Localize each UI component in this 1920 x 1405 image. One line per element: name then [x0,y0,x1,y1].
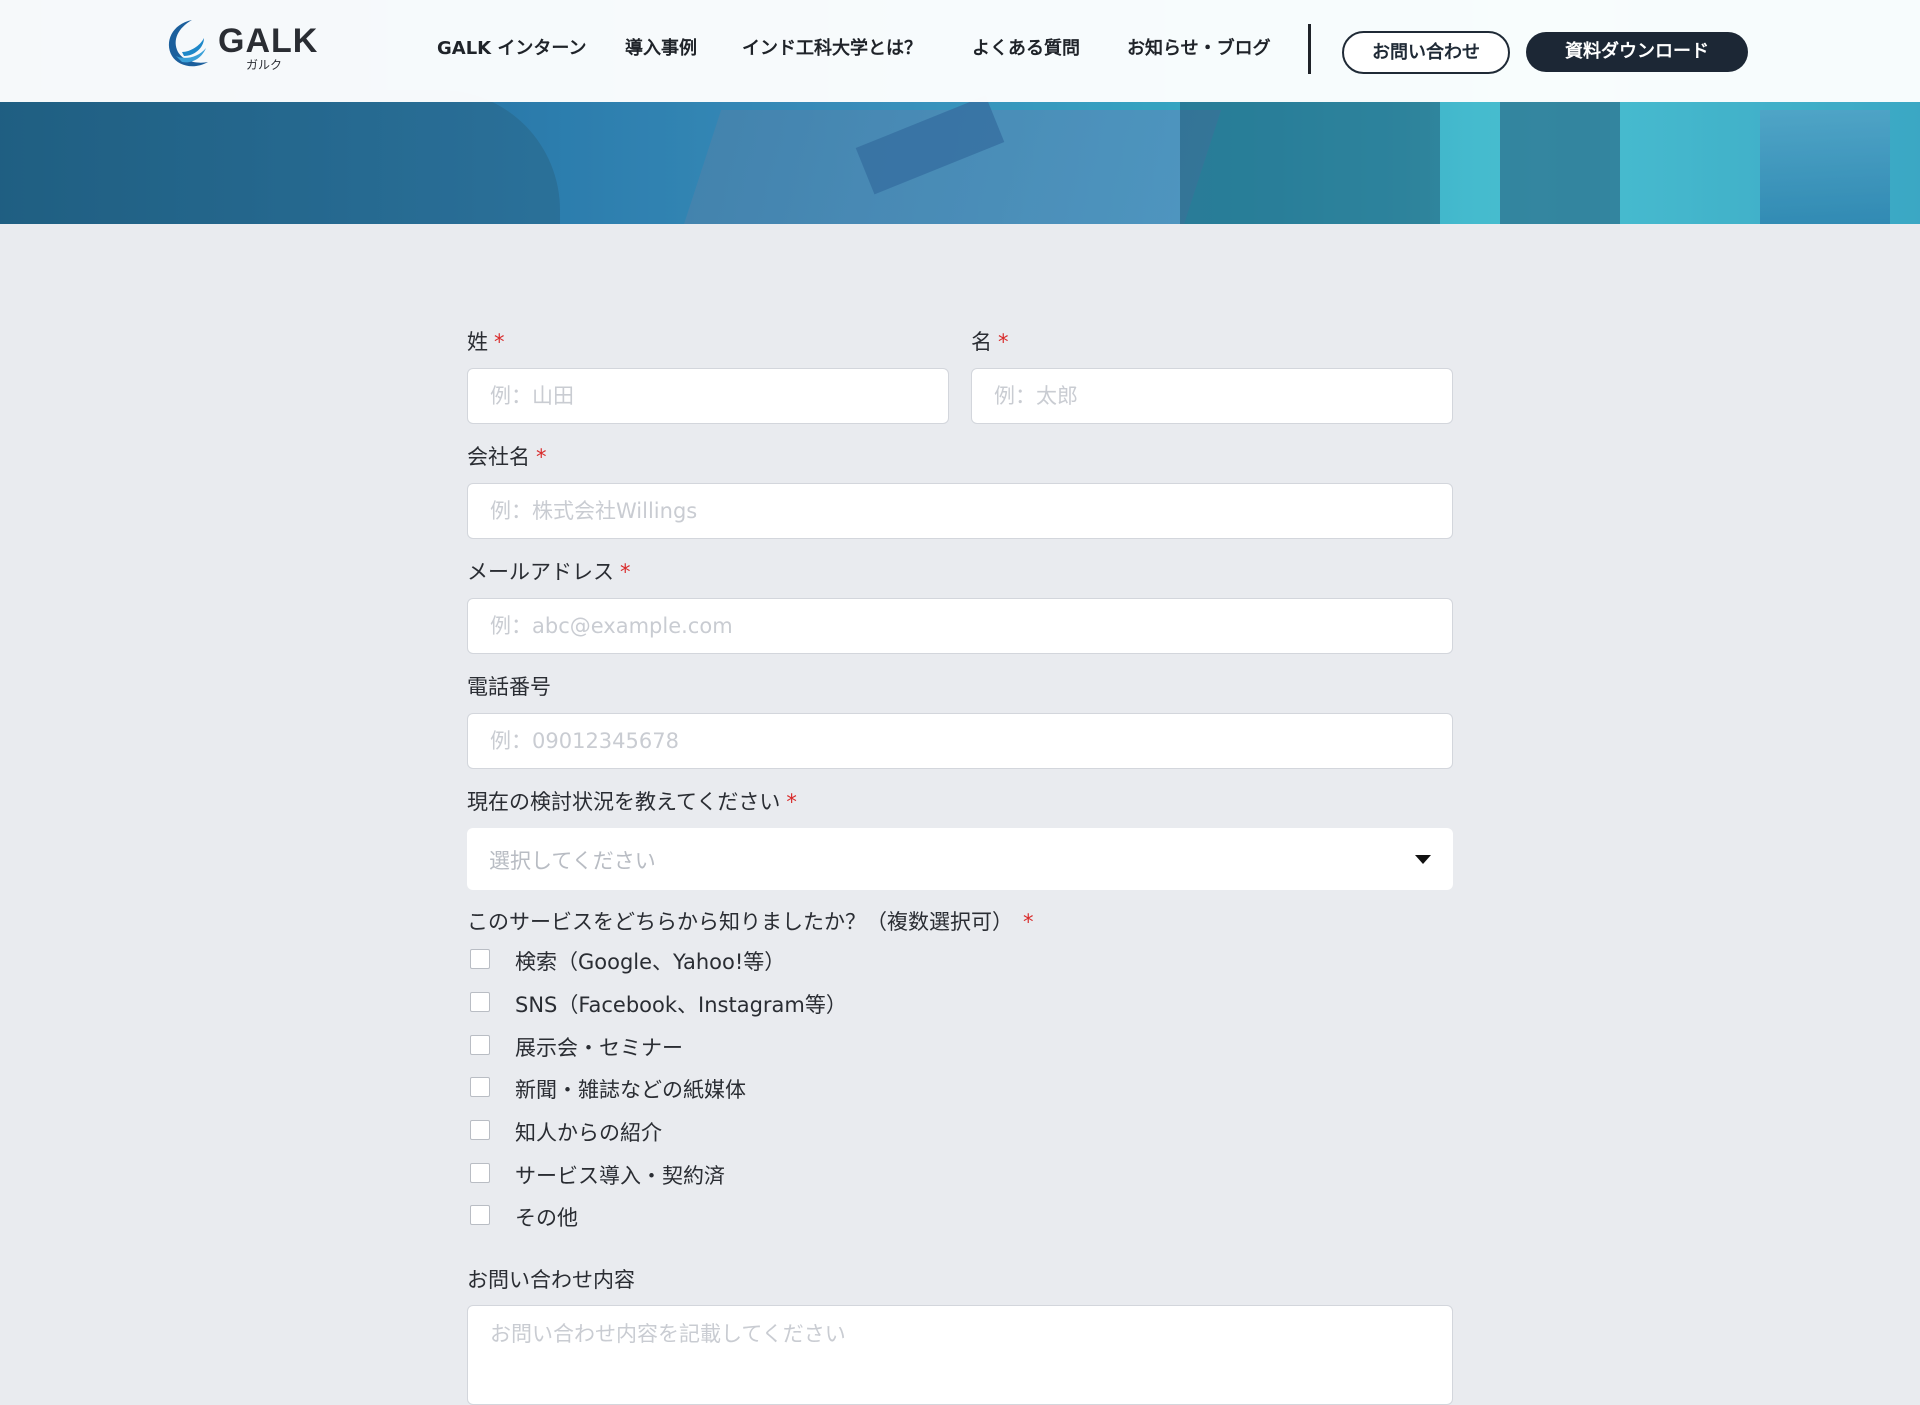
checkbox-label: 検索（Google、Yahoo!等） [515,950,786,974]
company-label: 会社名 * [467,441,547,471]
inquiry-placeholder: お問い合わせ内容を記載してください [490,1322,846,1346]
checkbox[interactable] [470,949,490,969]
checkbox[interactable] [470,1035,490,1055]
contact-button[interactable]: お問い合わせ [1342,31,1510,74]
last-name-input[interactable] [467,368,949,424]
phone-label-text: 電話番号 [467,675,551,699]
checkbox-label: 展示会・セミナー [515,1036,683,1060]
email-label-text: メールアドレス [467,560,614,584]
galk-logo-icon [168,20,208,67]
last-name-label: 姓 * [467,326,505,356]
phone-input[interactable] [467,713,1453,769]
checkbox[interactable] [470,1120,490,1140]
email-label: メールアドレス * [467,556,631,586]
required-mark: * [998,330,1009,354]
nav-item-case-studies[interactable]: 導入事例 [625,34,697,60]
phone-label: 電話番号 [467,671,551,701]
nav-item-faq[interactable]: よくある質問 [972,34,1080,60]
checkbox-label: その他 [515,1206,578,1230]
email-input[interactable] [467,598,1453,654]
required-mark: * [786,790,797,814]
first-name-input[interactable] [971,368,1453,424]
nav-item-iit[interactable]: インド工科大学とは？ [742,34,922,60]
status-label-text: 現在の検討状況を教えてください [467,790,781,814]
company-input[interactable] [467,483,1453,539]
nav-divider [1308,24,1311,74]
status-select-value: 選択してください [489,849,656,873]
inquiry-label-text: お問い合わせ内容 [467,1268,635,1292]
checkbox[interactable] [470,1163,490,1183]
inquiry-label: お問い合わせ内容 [467,1264,635,1294]
site-header: GALK ガルク GALK インターン 導入事例 インド工科大学とは？ よくある… [0,0,1920,102]
required-mark: * [494,330,505,354]
checkbox[interactable] [470,1077,490,1097]
caret-down-icon [1415,855,1431,864]
checkbox-label: 知人からの紹介 [515,1121,662,1145]
galk-logo[interactable]: GALK ガルク [162,16,317,72]
required-mark: * [1023,910,1034,934]
first-name-label-text: 名 [971,330,992,354]
status-label: 現在の検討状況を教えてください * [467,786,797,816]
required-mark: * [536,445,547,469]
nav-item-news-blog[interactable]: お知らせ・ブログ [1127,34,1271,60]
checkbox-label: 新聞・雑誌などの紙媒体 [515,1078,746,1102]
checkbox[interactable] [470,1205,490,1225]
status-select[interactable]: 選択してください [467,828,1453,890]
first-name-label: 名 * [971,326,1009,356]
required-mark: * [620,560,631,584]
company-label-text: 会社名 [467,445,530,469]
checkbox-label: サービス導入・契約済 [515,1164,725,1188]
download-materials-button[interactable]: 資料ダウンロード [1526,32,1748,72]
source-label-text: このサービスをどちらから知りましたか？（複数選択可） [467,910,1013,934]
last-name-label-text: 姓 [467,330,488,354]
checkbox[interactable] [470,992,490,1012]
source-label: このサービスをどちらから知りましたか？（複数選択可） * [467,906,1034,936]
nav-item-galk-intern[interactable]: GALK インターン [437,34,587,60]
checkbox-label: SNS（Facebook、Instagram等） [515,993,847,1017]
inquiry-textarea[interactable]: お問い合わせ内容を記載してください [467,1305,1453,1405]
logo-subtext: ガルク [246,58,283,72]
